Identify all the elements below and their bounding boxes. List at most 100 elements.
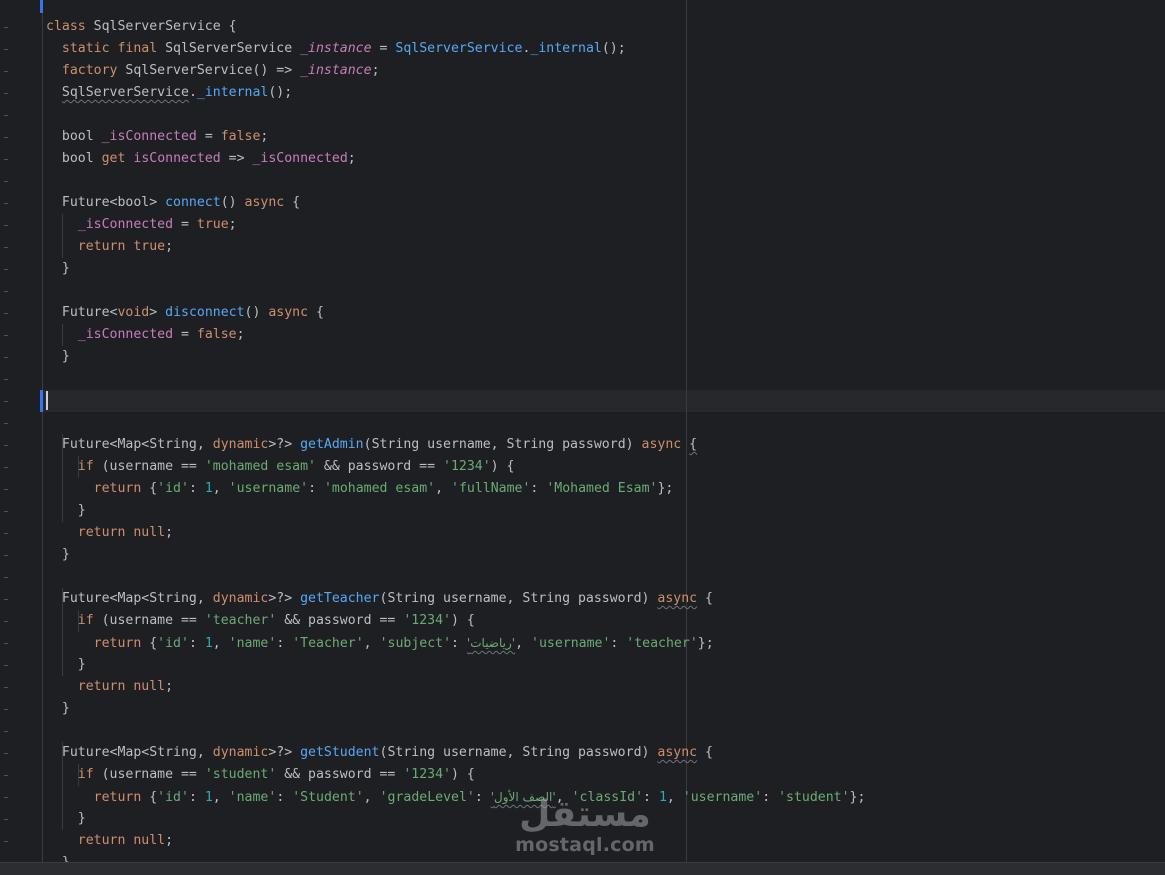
code-line[interactable]: } (46, 500, 865, 522)
string-token: 'student' (204, 767, 277, 782)
code-line[interactable]: Future<bool> connect() async { (46, 192, 865, 214)
code-token: Future< (61, 305, 118, 320)
field-token: isConnected (133, 151, 221, 166)
gutter-tick (4, 687, 8, 688)
code-line[interactable]: Future<void> disconnect() async { (46, 302, 865, 324)
code-token: (); (601, 41, 626, 56)
code-line[interactable] (46, 368, 865, 390)
function-token: connect (165, 195, 221, 210)
code-line[interactable]: } (46, 346, 865, 368)
code-line[interactable]: return true; (46, 236, 865, 258)
code-line[interactable]: return {'id': 1, 'username': 'mohamed es… (46, 478, 865, 500)
keyword-token: get (101, 151, 126, 166)
code-line[interactable]: return null; (46, 830, 865, 852)
code-line[interactable]: bool _isConnected = false; (46, 126, 865, 148)
code-token: } (46, 547, 70, 562)
gutter-tick (4, 709, 8, 710)
code-line[interactable] (46, 412, 865, 434)
code-line[interactable]: return {'id': 1, 'name': 'Teacher', 'sub… (46, 632, 865, 654)
gutter-tick (4, 93, 8, 94)
gutter-tick (4, 423, 8, 424)
gutter-tick (4, 577, 8, 578)
keyword-token: static final (61, 41, 158, 56)
string-token: 'username' (228, 481, 309, 496)
code-line[interactable]: class SqlServerService { (46, 16, 865, 38)
code-line[interactable] (46, 170, 865, 192)
code-line[interactable] (46, 566, 865, 588)
code-token: = (196, 129, 221, 144)
code-token: } (46, 811, 86, 826)
code-line[interactable]: if (username == 'teacher' && password ==… (46, 610, 865, 632)
gutter-tick (4, 555, 8, 556)
code-line[interactable]: return {'id': 1, 'name': 'Student', 'gra… (46, 786, 866, 808)
editor-gutter[interactable] (0, 0, 42, 862)
code-line[interactable]: if (username == 'student' && password ==… (46, 764, 865, 786)
keyword-token: async (657, 745, 698, 760)
code-token: : (188, 790, 205, 805)
field-token: _instance (300, 63, 372, 78)
code-token: , (363, 790, 380, 805)
code-token: bool (61, 129, 102, 144)
keyword-token: return (93, 481, 142, 496)
code-line[interactable]: Future<Map<String, dynamic>?> getTeacher… (46, 588, 865, 610)
string-token: 'fullName' (451, 481, 531, 496)
keyword-token: return (93, 636, 142, 651)
code-line[interactable]: factory SqlServerService() => _instance; (46, 60, 865, 82)
code-line[interactable] (46, 390, 865, 412)
code-line[interactable]: } (46, 258, 865, 280)
string-token: 'teacher' (204, 613, 277, 628)
code-token: : (188, 636, 205, 651)
code-editor[interactable]: class SqlServerService { static final Sq… (0, 0, 1165, 862)
vcs-change-marker[interactable] (40, 0, 43, 13)
string-token: 'id' (157, 636, 189, 651)
number-token: 1 (658, 790, 667, 805)
string-token: 'name' (228, 636, 277, 651)
function-token: getAdmin (300, 437, 364, 452)
gutter-tick (4, 71, 8, 72)
code-line[interactable] (46, 720, 865, 742)
code-line[interactable]: } (46, 852, 865, 862)
code-line[interactable]: Future<Map<String, dynamic>?> getAdmin(S… (46, 434, 865, 456)
code-line[interactable] (46, 104, 865, 126)
code-line[interactable]: _isConnected = true; (46, 214, 865, 236)
string-token: 'id' (157, 790, 189, 805)
code-line[interactable]: return null; (46, 522, 865, 544)
code-token: (username == (93, 459, 205, 474)
code-token: , (666, 790, 683, 805)
code-token: : (308, 481, 324, 496)
keyword-token: true (133, 239, 166, 254)
code-line[interactable]: } (46, 698, 865, 720)
code-line[interactable]: if (username == 'mohamed esam' && passwo… (46, 456, 865, 478)
code-line[interactable]: } (46, 654, 865, 676)
code-line[interactable]: Future<Map<String, dynamic>?> getStudent… (46, 742, 865, 764)
number-token: 1 (204, 790, 213, 805)
code-line[interactable]: SqlServerService._internal(); (46, 82, 865, 104)
code-token: > (149, 305, 166, 320)
keyword-token: return (77, 239, 126, 254)
gutter-tick (4, 137, 8, 138)
code-token: SqlServerService (157, 41, 301, 56)
string-token: 'name' (228, 790, 277, 805)
code-line[interactable]: static final SqlServerService _instance … (46, 38, 865, 60)
string-token: 'mohamed esam' (323, 481, 436, 496)
code-token: }; (697, 636, 714, 651)
keyword-token: return (77, 525, 126, 540)
code-line[interactable] (46, 280, 865, 302)
vcs-change-marker[interactable] (40, 390, 43, 412)
code-line[interactable]: } (46, 808, 865, 830)
function-token: getTeacher (300, 591, 380, 606)
gutter-tick (4, 665, 8, 666)
code-token: , (363, 636, 380, 651)
code-line[interactable]: bool get isConnected => _isConnected; (46, 148, 865, 170)
code-line[interactable]: } (46, 544, 865, 566)
code-token: SqlServerService() => (117, 63, 301, 78)
code-content[interactable]: class SqlServerService { static final Sq… (46, 16, 865, 862)
code-line[interactable]: _isConnected = false; (46, 324, 865, 346)
code-line[interactable]: return null; (46, 676, 865, 698)
keyword-token: dynamic (212, 437, 269, 452)
